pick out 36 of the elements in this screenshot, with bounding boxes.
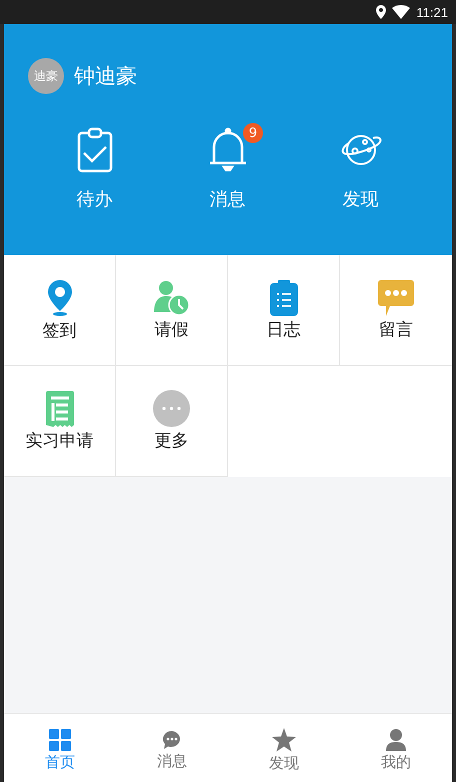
app-label: 留言 — [379, 318, 413, 340]
location-icon — [376, 5, 386, 19]
avatar[interactable]: 迪豪 — [28, 58, 64, 94]
app-tile[interactable]: 实习申请 — [4, 366, 116, 477]
notepad-list-icon — [268, 280, 298, 316]
app-tile[interactable]: 请假 — [116, 255, 228, 366]
more-icon — [153, 390, 190, 427]
user-name: 钟迪豪 — [74, 63, 137, 90]
count-badge: 9 — [243, 123, 263, 143]
clock-time: 11:21 — [416, 4, 448, 20]
star-icon — [272, 728, 296, 752]
shortcut-button[interactable]: 待办 — [28, 127, 161, 211]
form-sheet-icon — [46, 390, 74, 426]
wifi-icon — [392, 5, 410, 19]
grid-icon — [49, 728, 71, 750]
app-tile[interactable]: 留言 — [340, 255, 452, 366]
speech-bubble-icon — [378, 280, 414, 316]
chat-bubble-icon — [162, 730, 182, 750]
tab[interactable]: 首页 — [4, 714, 116, 782]
person-icon — [386, 728, 406, 750]
bell-icon — [208, 127, 248, 173]
location-pin-icon — [46, 278, 72, 316]
tab[interactable]: 我的 — [340, 714, 452, 782]
app-label: 请假 — [154, 318, 188, 340]
person-clock-icon — [154, 280, 190, 316]
app-tile[interactable]: 更多 — [116, 366, 228, 477]
app-tile[interactable]: 签到 — [4, 255, 116, 366]
app-label: 日志 — [266, 318, 300, 340]
app-label: 实习申请 — [26, 430, 94, 452]
tab[interactable]: 消息 — [116, 714, 228, 782]
app-tile[interactable]: 日志 — [228, 255, 340, 366]
app-label: 签到 — [42, 320, 76, 342]
tab[interactable]: 发现 — [228, 714, 340, 782]
clipboard-check-icon — [76, 127, 112, 173]
app-label: 更多 — [154, 430, 188, 452]
shortcut-button[interactable]: 发现 — [294, 127, 427, 211]
